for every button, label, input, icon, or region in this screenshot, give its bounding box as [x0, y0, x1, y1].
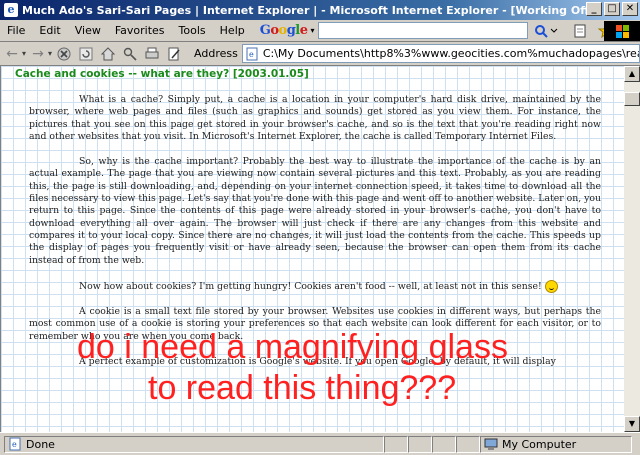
print-icon[interactable] — [144, 46, 160, 62]
paragraph-cookies-intro: Now how about cookies? I'm getting hungr… — [29, 279, 601, 293]
home-icon[interactable] — [100, 46, 116, 62]
menu-view[interactable]: View — [68, 24, 108, 37]
page-done-icon: e — [9, 437, 21, 451]
window-controls: _ □ ✕ — [586, 2, 638, 16]
scroll-down-button[interactable]: ▼ — [624, 416, 640, 432]
back-button[interactable]: ← — [4, 46, 20, 62]
menu-bar: File Edit View Favorites Tools Help Goog… — [0, 20, 640, 42]
refresh-icon[interactable] — [78, 46, 94, 62]
google-search-input[interactable] — [317, 22, 528, 39]
menu-favorites[interactable]: Favorites — [108, 24, 172, 37]
google-dropdown-icon[interactable]: ▾ — [311, 26, 315, 35]
forward-dropdown-icon[interactable]: ▾ — [48, 49, 52, 58]
status-zone: My Computer — [480, 435, 632, 453]
page-viewport[interactable]: Cache and cookies -- what are they? [200… — [0, 66, 624, 432]
scroll-thumb[interactable] — [624, 92, 640, 106]
status-bar: e Done My Computer — [0, 432, 640, 455]
page-info-icon[interactable] — [572, 23, 588, 39]
page-icon: e — [246, 47, 258, 60]
post-heading: Cache and cookies -- what are they? [200… — [15, 68, 309, 80]
svg-text:e: e — [249, 50, 254, 59]
scroll-up-button[interactable]: ▲ — [624, 66, 640, 82]
paragraph-cache-intro: What is a cache? Simply put, a cache is … — [29, 94, 601, 142]
status-zone-text: My Computer — [502, 437, 577, 451]
status-text: Done — [26, 437, 55, 451]
address-input[interactable]: e C:\My Documents\http8%3%www.geocities.… — [241, 44, 640, 63]
close-button[interactable]: ✕ — [622, 2, 638, 16]
title-bar: e Much Ado's Sari-Sari Pages | Internet … — [0, 0, 640, 20]
vertical-scrollbar[interactable]: ▲ ▼ — [624, 66, 640, 432]
google-search-icon[interactable] — [532, 23, 560, 39]
stop-icon[interactable] — [56, 46, 72, 62]
windows-logo — [604, 21, 640, 41]
overlay-caption-line-2: to read this thing??? — [148, 369, 457, 407]
paragraph-cookies-text: Now how about cookies? I'm getting hungr… — [79, 280, 542, 292]
google-logo[interactable]: Google — [260, 23, 308, 38]
menu-file[interactable]: File — [0, 24, 32, 37]
svg-text:e: e — [12, 440, 17, 449]
address-label: Address — [194, 47, 238, 60]
smiley-icon — [544, 279, 558, 293]
address-text: C:\My Documents\http8%3%www.geocities.co… — [262, 47, 640, 60]
menu-tools[interactable]: Tools — [172, 24, 213, 37]
back-dropdown-icon[interactable]: ▾ — [22, 49, 26, 58]
my-computer-icon — [484, 438, 498, 450]
toolbar: ← ▾ → ▾ Address e C:\My Documents\http8%… — [0, 42, 640, 66]
google-toolbar: Google ▾ — [260, 22, 560, 40]
paragraph-cache-importance: So, why is the cache important? Probably… — [29, 156, 601, 266]
menu-edit[interactable]: Edit — [32, 24, 67, 37]
overlay-caption-line-1: do i need a magnifying glass — [77, 328, 508, 366]
maximize-button[interactable]: □ — [604, 2, 620, 16]
edit-icon[interactable] — [166, 46, 182, 62]
minimize-button[interactable]: _ — [586, 2, 602, 16]
internet-explorer-icon: e — [4, 3, 18, 17]
search-tools-icon[interactable] — [122, 46, 138, 62]
status-main: e Done — [4, 435, 384, 453]
window-title: Much Ado's Sari-Sari Pages | Internet Ex… — [22, 3, 602, 17]
menu-help[interactable]: Help — [213, 24, 252, 37]
forward-button[interactable]: → — [30, 46, 46, 62]
